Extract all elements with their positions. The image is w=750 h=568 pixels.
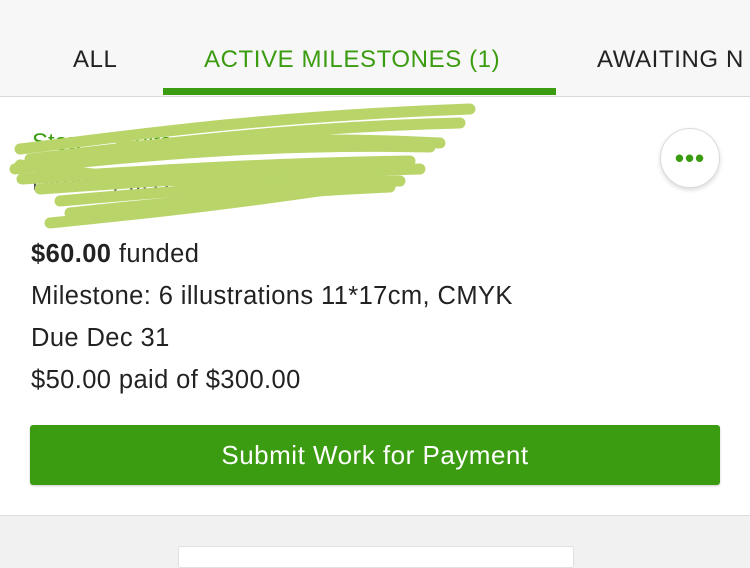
contract-card: Stop ... ...ults Hired by ... Asia ••• $… <box>0 97 750 516</box>
submit-work-button[interactable]: Submit Work for Payment <box>30 425 720 485</box>
funded-label: funded <box>111 240 200 268</box>
more-horizontal-icon: ••• <box>674 143 706 173</box>
funded-line: $60.00 funded <box>31 240 199 269</box>
more-options-button[interactable]: ••• <box>660 128 720 188</box>
milestone-tabs: ALL ACTIVE MILESTONES (1) AWAITING N <box>0 0 750 97</box>
payment-progress: $50.00 paid of $300.00 <box>31 366 301 394</box>
tab-active-milestones[interactable]: ACTIVE MILESTONES (1) <box>204 46 500 74</box>
due-date: Due Dec 31 <box>31 324 170 352</box>
redaction-scribble <box>9 103 476 229</box>
milestone-description: Milestone: 6 illustrations 11*17cm, CMYK <box>31 282 513 310</box>
tab-all[interactable]: ALL <box>73 46 118 74</box>
tab-awaiting[interactable]: AWAITING N <box>597 46 744 74</box>
next-card-edge <box>178 546 574 568</box>
funded-amount: $60.00 <box>31 240 112 268</box>
active-tab-indicator <box>163 88 556 95</box>
